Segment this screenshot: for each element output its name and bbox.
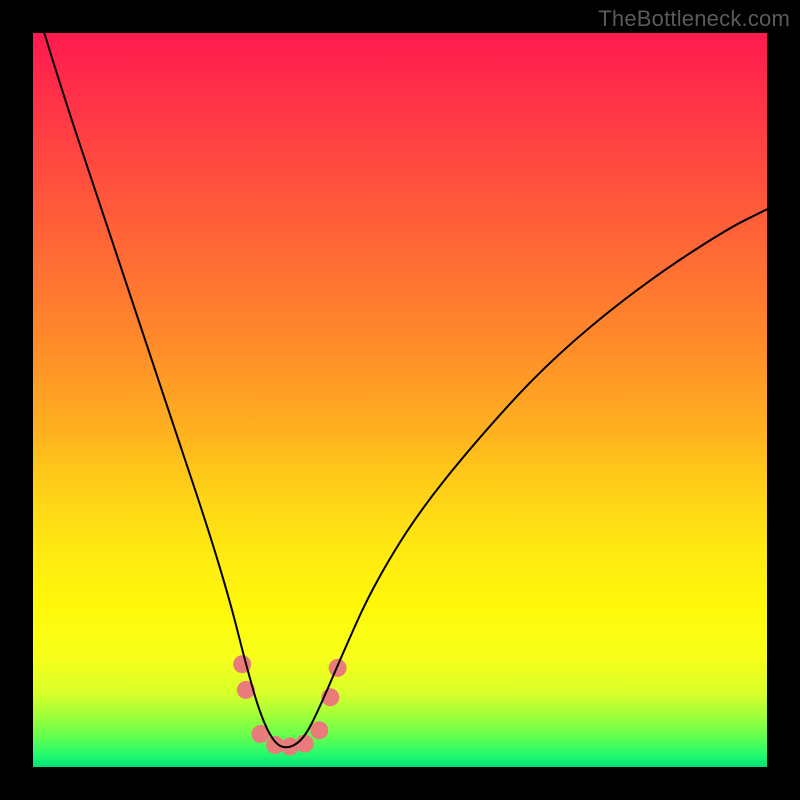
bottleneck-curve: [33, 0, 767, 747]
chart-frame: TheBottleneck.com: [0, 0, 800, 800]
chart-svg-layer: [33, 33, 767, 767]
trough-dot: [310, 721, 328, 739]
trough-dots-group: [233, 655, 346, 755]
watermark-text: TheBottleneck.com: [598, 6, 790, 32]
